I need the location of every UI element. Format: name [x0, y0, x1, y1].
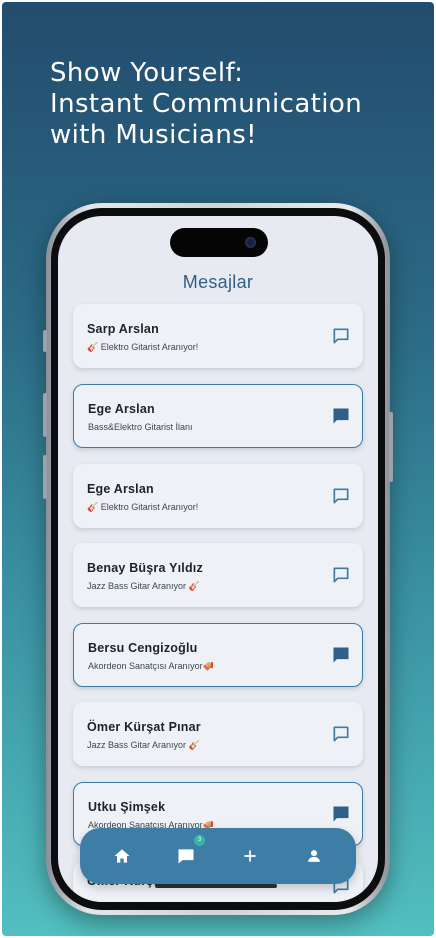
- conversation-subtitle: Jazz Bass Gitar Aranıyor 🎸: [87, 581, 200, 591]
- conversation-name: Ege Arslan: [87, 482, 154, 496]
- message-outline-icon[interactable]: [331, 565, 351, 585]
- page-title: Mesajlar: [182, 272, 254, 292]
- conversation-item-unread[interactable]: Ege Arslan Bass&Elektro Gitarist İlanı: [73, 384, 363, 448]
- conversation-subtitle: 🎸 Elektro Gitarist Aranıyor!: [87, 342, 199, 352]
- volume-down-button: [43, 455, 47, 499]
- message-outline-icon[interactable]: [331, 724, 351, 744]
- dynamic-island: [170, 228, 268, 257]
- promo-headline: Show Yourself: Instant Communication wit…: [50, 58, 410, 151]
- headline-line-2: Instant Communication: [50, 89, 363, 119]
- profile-icon[interactable]: [304, 846, 324, 866]
- plus-icon[interactable]: [240, 846, 260, 866]
- conversation-subtitle: 🎸 Elektro Gitarist Aranıyor!: [87, 502, 199, 512]
- power-button: [389, 412, 393, 482]
- conversation-item[interactable]: Ege Arslan 🎸 Elektro Gitarist Aranıyor!: [73, 464, 363, 528]
- message-outline-icon[interactable]: [331, 326, 351, 346]
- message-outline-icon[interactable]: [331, 486, 351, 506]
- conversation-item[interactable]: Ömer Kürşat Pınar Jazz Bass Gitar Aranıy…: [73, 702, 363, 766]
- action-button: [43, 330, 47, 352]
- conversation-name: Ömer Kürşat Pınar: [87, 720, 201, 734]
- conversation-name: Sarp Arslan: [87, 322, 159, 336]
- message-filled-icon[interactable]: [331, 406, 351, 426]
- message-filled-icon[interactable]: [331, 804, 351, 824]
- phone-screen: Mesajlar Sarp Arslan 🎸 Elektro Gitarist …: [58, 216, 378, 902]
- conversation-subtitle: Jazz Bass Gitar Aranıyor 🎸: [87, 740, 200, 750]
- conversation-item[interactable]: Sarp Arslan 🎸 Elektro Gitarist Aranıyor!: [73, 304, 363, 368]
- chat-badge: 3: [193, 834, 206, 847]
- bottom-nav: 3: [80, 828, 356, 884]
- conversation-subtitle: Bass&Elektro Gitarist İlanı: [88, 422, 193, 432]
- volume-up-button: [43, 393, 47, 437]
- camera-icon: [245, 237, 256, 248]
- conversation-name: Utku Şimşek: [88, 800, 166, 814]
- conversation-name: Ege Arslan: [88, 402, 155, 416]
- headline-line-1: Show Yourself:: [50, 58, 244, 88]
- headline-line-3: with Musicians!: [50, 120, 258, 150]
- conversation-name: Benay Büşra Yıldız: [87, 561, 203, 575]
- message-filled-icon[interactable]: [331, 645, 351, 665]
- chat-icon[interactable]: [176, 846, 196, 866]
- conversation-subtitle: Akordeon Sanatçısı Aranıyor🪗: [88, 661, 214, 671]
- conversation-name: Bersu Cengizoğlu: [88, 641, 198, 655]
- home-indicator[interactable]: [155, 884, 277, 888]
- conversation-item-unread[interactable]: Bersu Cengizoğlu Akordeon Sanatçısı Aran…: [73, 623, 363, 687]
- conversation-item[interactable]: Benay Büşra Yıldız Jazz Bass Gitar Aranı…: [73, 543, 363, 607]
- home-icon[interactable]: [112, 846, 132, 866]
